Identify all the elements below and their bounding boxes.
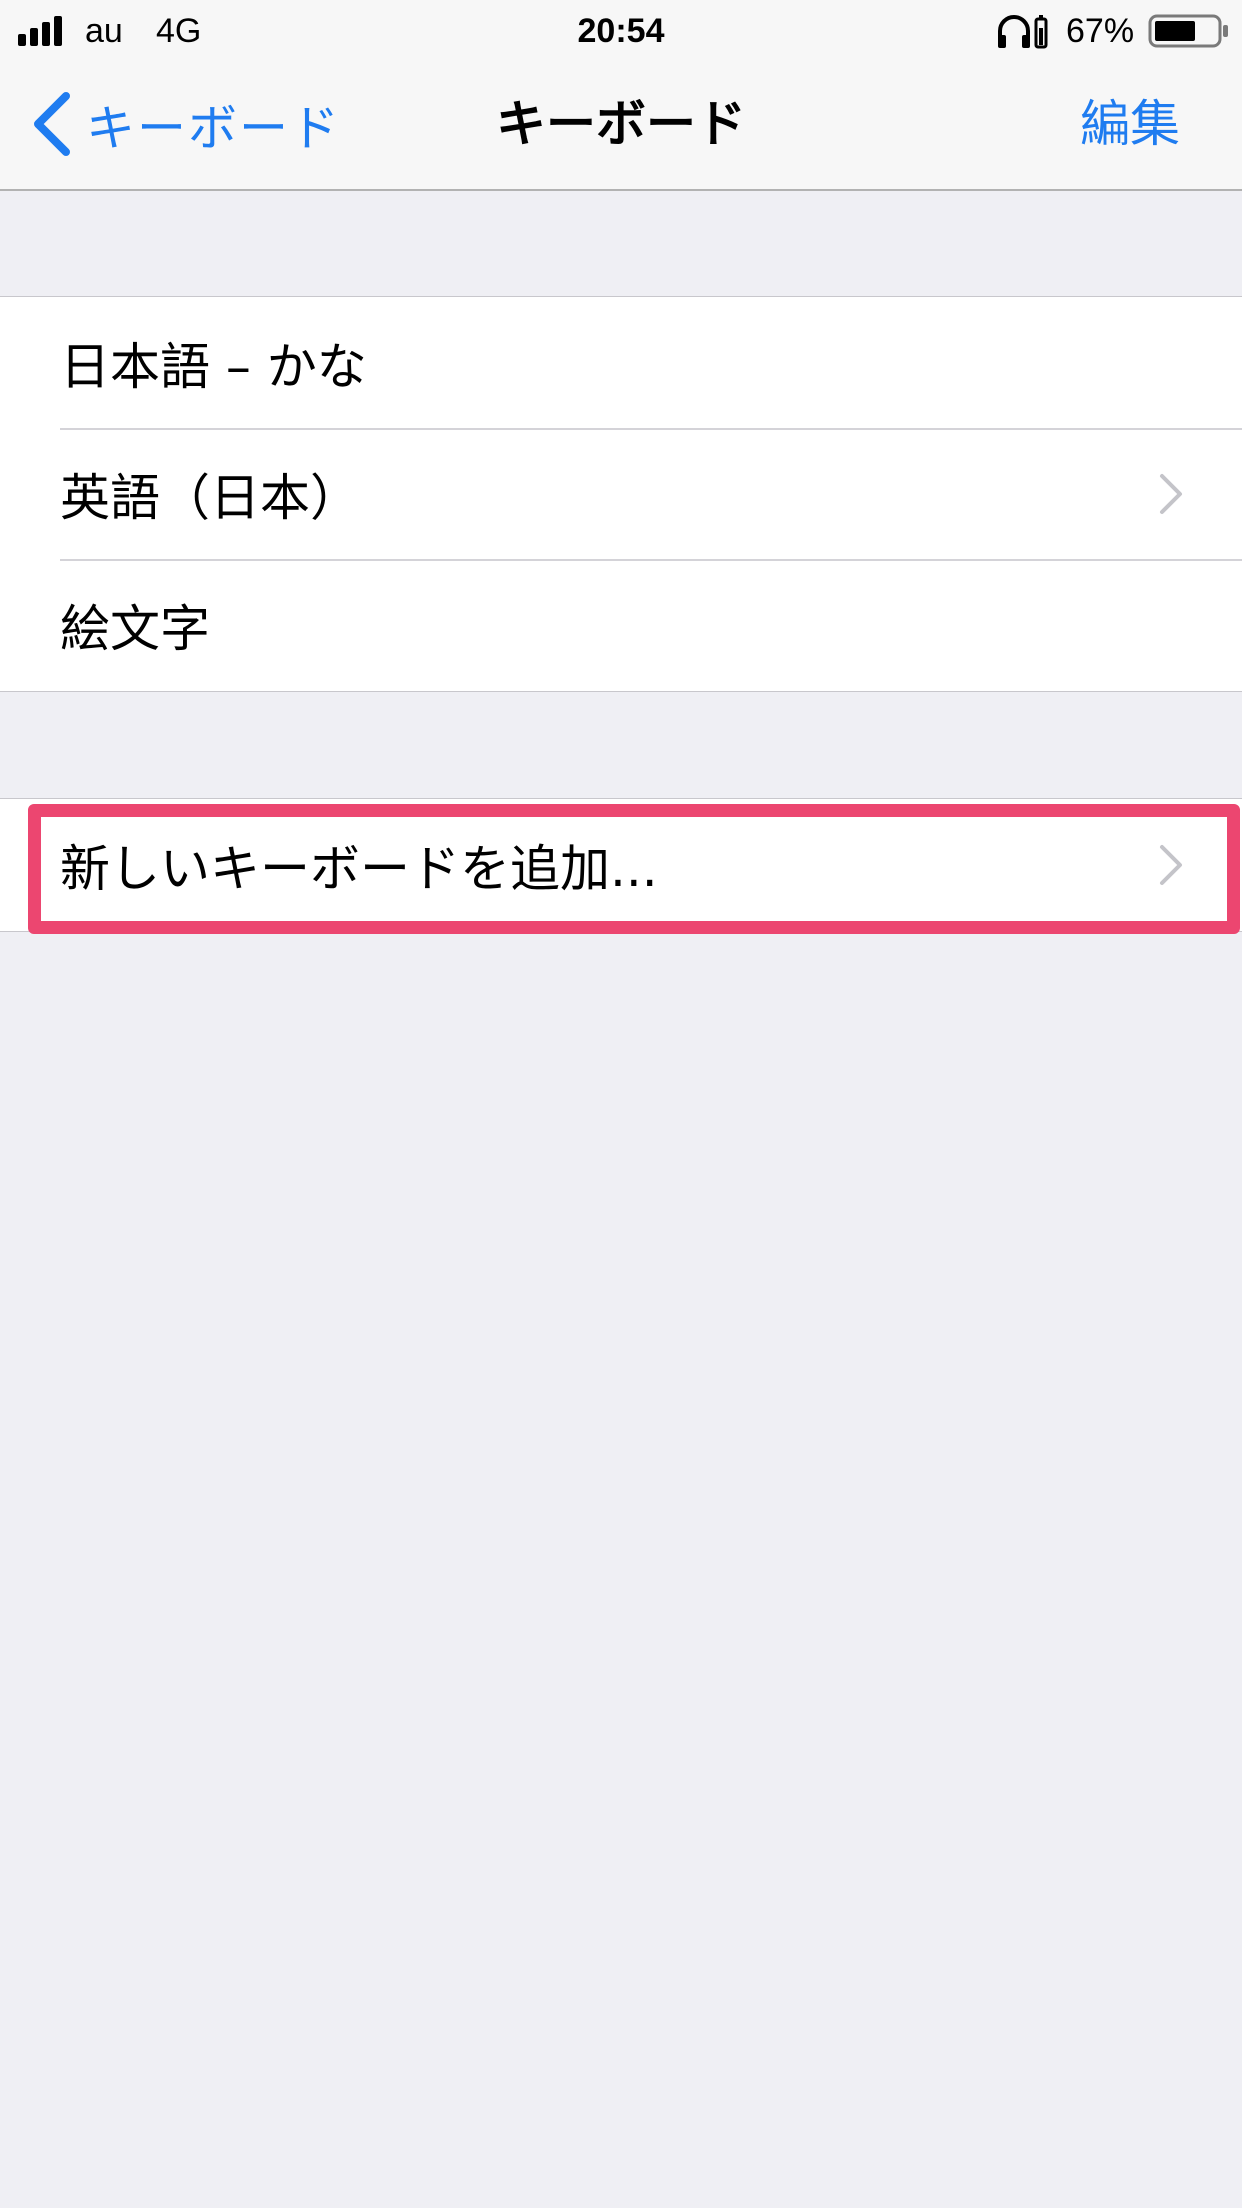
battery-icon — [1148, 14, 1228, 48]
keyboard-row-japanese-kana[interactable]: 日本語 – かな — [0, 297, 1242, 428]
page-title: キーボード — [496, 95, 746, 153]
add-new-keyboard-row[interactable]: 新しいキーボードを追加... — [0, 799, 1242, 931]
navigation-bar: キーボード キーボード 編集 — [0, 62, 1242, 191]
chevron-right-icon — [1160, 845, 1182, 885]
keyboard-row-label: 日本語 – かな — [60, 337, 367, 396]
keyboard-row-label: 絵文字 — [60, 599, 210, 658]
keyboard-row-label: 英語（日本） — [60, 468, 360, 527]
chevron-right-icon — [1160, 473, 1182, 514]
status-bar: au 4G 20:54 67% — [0, 0, 1242, 62]
battery-percentage: 67% — [1066, 12, 1135, 50]
keyboard-row-emoji[interactable]: 絵文字 — [0, 559, 1242, 690]
edit-button[interactable]: 編集 — [1080, 92, 1180, 156]
headphones-icon — [998, 15, 1048, 49]
keyboard-row-english-japan[interactable]: 英語（日本） — [0, 428, 1242, 559]
keyboard-list: 日本語 – かな 英語（日本） 絵文字 — [0, 296, 1242, 692]
add-new-keyboard-label: 新しいキーボードを追加... — [60, 840, 658, 898]
add-keyboard-group: 新しいキーボードを追加... — [0, 798, 1242, 932]
status-time: 20:54 — [577, 12, 665, 50]
